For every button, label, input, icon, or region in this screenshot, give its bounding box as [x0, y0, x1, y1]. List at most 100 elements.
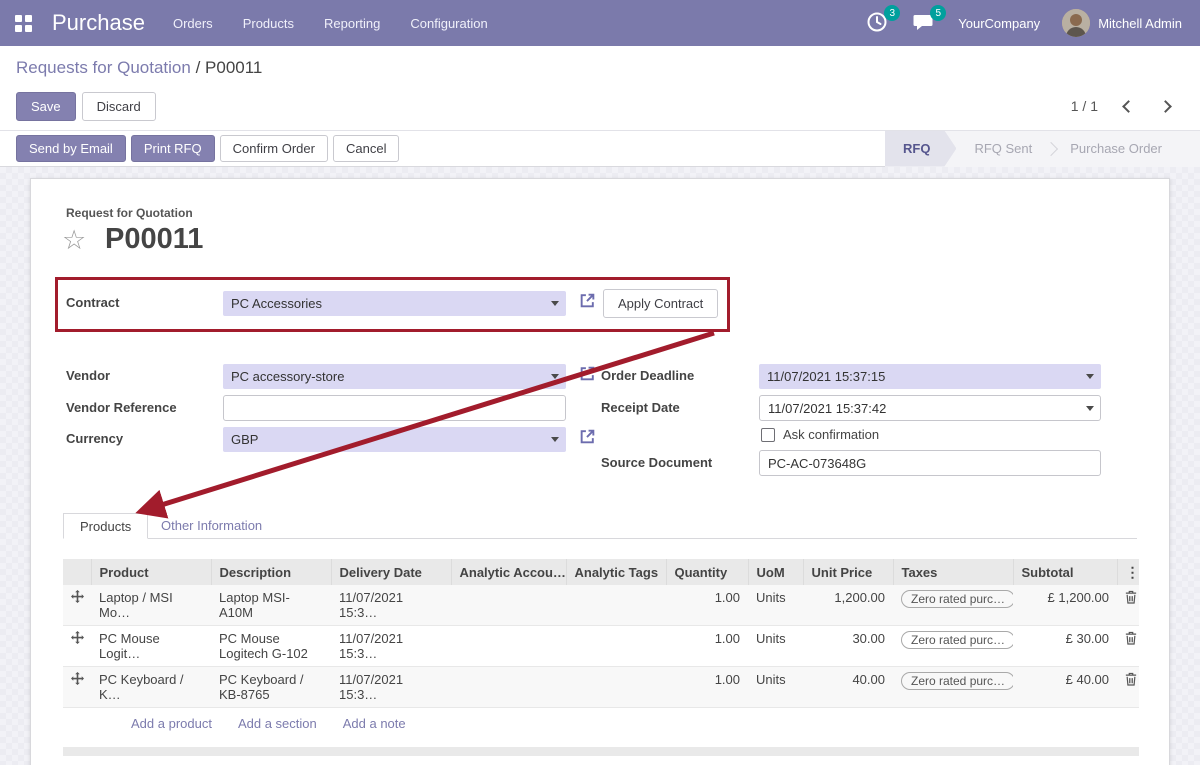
- cell-uom[interactable]: Units: [748, 585, 803, 626]
- avatar[interactable]: [1062, 9, 1090, 37]
- order-deadline-input[interactable]: 11/07/2021 15:37:15: [759, 364, 1101, 389]
- apps-menu-icon[interactable]: [0, 0, 46, 46]
- contract-external-link-icon[interactable]: [579, 292, 596, 309]
- vendor-external-link-icon[interactable]: [579, 365, 596, 382]
- source-document-input[interactable]: [759, 450, 1101, 476]
- vendor-value: PC accessory-store: [231, 369, 344, 384]
- breadcrumb-parent-link[interactable]: Requests for Quotation: [16, 58, 191, 77]
- status-purchase-order[interactable]: Purchase Order: [1052, 131, 1180, 167]
- cancel-button[interactable]: Cancel: [333, 135, 399, 162]
- drag-handle-icon[interactable]: [63, 585, 91, 626]
- add-a-product-link[interactable]: Add a product: [131, 716, 212, 731]
- drag-handle-icon[interactable]: [63, 667, 91, 708]
- receipt-date-input[interactable]: [759, 395, 1101, 421]
- col-analytic-tags[interactable]: Analytic Tags: [566, 559, 666, 585]
- currency-external-link-icon[interactable]: [579, 428, 596, 445]
- favorite-star-icon[interactable]: ☆: [62, 227, 86, 254]
- cell-analytic-account[interactable]: [451, 667, 566, 708]
- cell-product[interactable]: Laptop / MSI Mo…: [91, 585, 211, 626]
- cell-uom[interactable]: Units: [748, 667, 803, 708]
- tab-other-information[interactable]: Other Information: [161, 518, 262, 533]
- add-a-section-link[interactable]: Add a section: [238, 716, 317, 731]
- pager-counter: 1 / 1: [1071, 98, 1098, 114]
- cell-analytic-account[interactable]: [451, 585, 566, 626]
- ask-confirmation-checkbox[interactable]: [761, 428, 775, 442]
- pager: 1 / 1: [1071, 98, 1170, 114]
- tax-tag[interactable]: Zero rated purc…: [901, 672, 1013, 690]
- add-a-note-link[interactable]: Add a note: [343, 716, 406, 731]
- app-title[interactable]: Purchase: [52, 10, 145, 36]
- cell-analytic-tags[interactable]: [566, 667, 666, 708]
- delete-row-icon[interactable]: [1117, 626, 1139, 667]
- col-delivery-date[interactable]: Delivery Date: [331, 559, 451, 585]
- cell-description[interactable]: PC Mouse Logitech G-102: [211, 626, 331, 667]
- column-options-icon[interactable]: ⋮: [1117, 559, 1139, 585]
- cell-quantity[interactable]: 1.00: [666, 626, 748, 667]
- send-by-email-button[interactable]: Send by Email: [16, 135, 126, 162]
- cell-unit-price[interactable]: 1,200.00: [803, 585, 893, 626]
- col-analytic-account[interactable]: Analytic Accou…: [451, 559, 566, 585]
- order-deadline-value: 11/07/2021 15:37:15: [767, 369, 885, 384]
- col-subtotal[interactable]: Subtotal: [1013, 559, 1117, 585]
- contract-select[interactable]: PC Accessories: [223, 291, 566, 316]
- table-row[interactable]: Laptop / MSI Mo… Laptop MSI-A10M 11/07/2…: [63, 585, 1139, 626]
- cell-analytic-tags[interactable]: [566, 626, 666, 667]
- col-product[interactable]: Product: [91, 559, 211, 585]
- order-lines-table: Product Description Delivery Date Analyt…: [63, 559, 1139, 708]
- table-footer-links: Add a product Add a section Add a note: [131, 716, 406, 731]
- messages-icon[interactable]: 5: [912, 11, 936, 35]
- table-row[interactable]: PC Mouse Logit… PC Mouse Logitech G-102 …: [63, 626, 1139, 667]
- col-taxes[interactable]: Taxes: [893, 559, 1013, 585]
- order-deadline-label: Order Deadline: [601, 368, 694, 383]
- activity-clock-icon[interactable]: 3: [866, 11, 890, 35]
- vendor-reference-input[interactable]: [223, 395, 566, 421]
- cell-unit-price[interactable]: 30.00: [803, 626, 893, 667]
- chevron-down-icon: [551, 374, 559, 379]
- col-unit-price[interactable]: Unit Price: [803, 559, 893, 585]
- cell-description[interactable]: PC Keyboard / KB-8765: [211, 667, 331, 708]
- menu-reporting[interactable]: Reporting: [324, 12, 380, 35]
- tax-tag[interactable]: Zero rated purc…: [901, 631, 1013, 649]
- print-rfq-button[interactable]: Print RFQ: [131, 135, 215, 162]
- tab-strip-divider: [63, 538, 1137, 539]
- menu-configuration[interactable]: Configuration: [410, 12, 487, 35]
- cell-quantity[interactable]: 1.00: [666, 667, 748, 708]
- tax-tag[interactable]: Zero rated purc…: [901, 590, 1013, 608]
- cell-analytic-tags[interactable]: [566, 585, 666, 626]
- company-switcher[interactable]: YourCompany: [958, 16, 1040, 31]
- cell-product[interactable]: PC Mouse Logit…: [91, 626, 211, 667]
- vendor-select[interactable]: PC accessory-store: [223, 364, 566, 389]
- save-button[interactable]: Save: [16, 92, 76, 121]
- col-quantity[interactable]: Quantity: [666, 559, 748, 585]
- cell-unit-price[interactable]: 40.00: [803, 667, 893, 708]
- contract-value: PC Accessories: [231, 296, 322, 311]
- apply-contract-button[interactable]: Apply Contract: [603, 289, 718, 318]
- tab-products[interactable]: Products: [63, 513, 148, 539]
- confirm-order-button[interactable]: Confirm Order: [220, 135, 328, 162]
- pager-previous-icon[interactable]: [1122, 100, 1135, 113]
- delete-row-icon[interactable]: [1117, 667, 1139, 708]
- table-row[interactable]: PC Keyboard / K… PC Keyboard / KB-8765 1…: [63, 667, 1139, 708]
- col-uom[interactable]: UoM: [748, 559, 803, 585]
- user-menu[interactable]: Mitchell Admin: [1098, 16, 1182, 31]
- cell-delivery-date[interactable]: 11/07/2021 15:3…: [331, 667, 451, 708]
- cell-product[interactable]: PC Keyboard / K…: [91, 667, 211, 708]
- cell-delivery-date[interactable]: 11/07/2021 15:3…: [331, 626, 451, 667]
- currency-label: Currency: [66, 431, 123, 446]
- cell-quantity[interactable]: 1.00: [666, 585, 748, 626]
- menu-orders[interactable]: Orders: [173, 12, 213, 35]
- handle-column-header: [63, 559, 91, 585]
- drag-handle-icon[interactable]: [63, 626, 91, 667]
- cell-analytic-account[interactable]: [451, 626, 566, 667]
- status-rfq[interactable]: RFQ: [885, 131, 956, 167]
- cell-uom[interactable]: Units: [748, 626, 803, 667]
- currency-select[interactable]: GBP: [223, 427, 566, 452]
- menu-products[interactable]: Products: [243, 12, 294, 35]
- col-description[interactable]: Description: [211, 559, 331, 585]
- pager-next-icon[interactable]: [1159, 100, 1172, 113]
- delete-row-icon[interactable]: [1117, 585, 1139, 626]
- cell-delivery-date[interactable]: 11/07/2021 15:3…: [331, 585, 451, 626]
- status-rfq-sent[interactable]: RFQ Sent: [956, 131, 1050, 167]
- discard-button[interactable]: Discard: [82, 92, 156, 121]
- cell-description[interactable]: Laptop MSI-A10M: [211, 585, 331, 626]
